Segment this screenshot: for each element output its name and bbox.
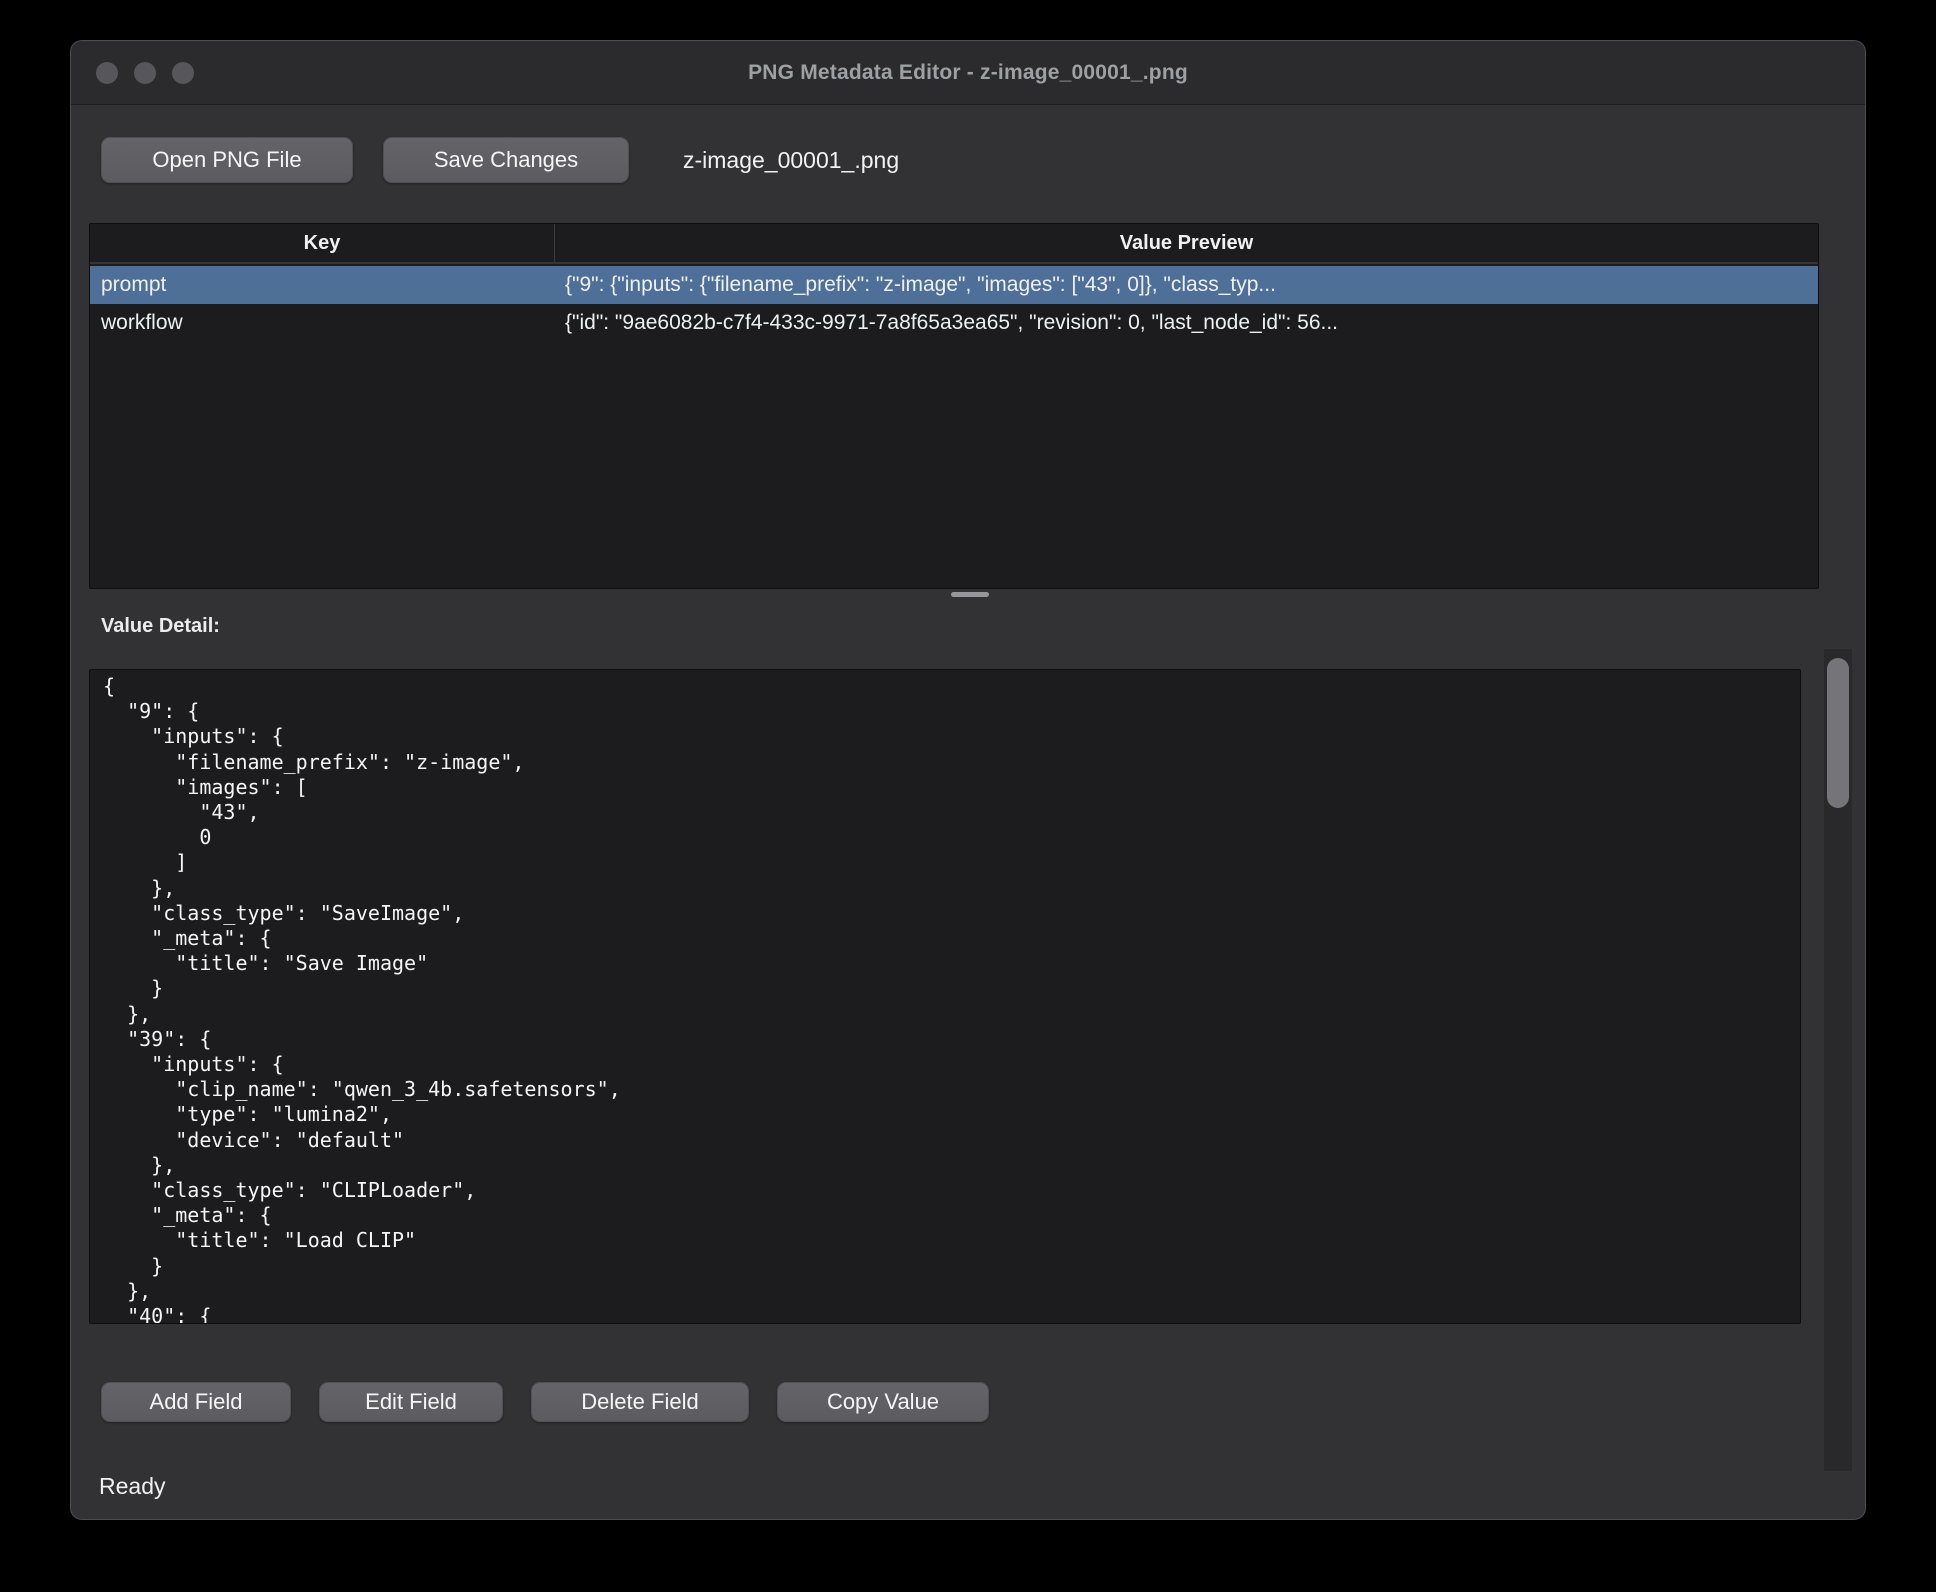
copy-value-button[interactable]: Copy Value [777, 1382, 989, 1422]
action-button-row: Add Field Edit Field Delete Field Copy V… [101, 1382, 989, 1422]
metadata-table-header: Key Value Preview [90, 224, 1818, 264]
current-filename-label: z-image_00001_.png [683, 137, 899, 183]
status-bar-text: Ready [99, 1473, 165, 1500]
table-row-workflow[interactable]: workflow {"id": "9ae6082b-c7f4-433c-9971… [90, 304, 1818, 342]
row-key: prompt [90, 273, 555, 297]
open-png-file-button[interactable]: Open PNG File [101, 137, 353, 183]
save-changes-button[interactable]: Save Changes [383, 137, 629, 183]
row-value-preview: {"id": "9ae6082b-c7f4-433c-9971-7a8f65a3… [555, 311, 1818, 335]
pane-splitter-handle[interactable] [951, 592, 989, 597]
window-title: PNG Metadata Editor - z-image_00001_.png [71, 41, 1865, 105]
key-column-header[interactable]: Key [90, 224, 555, 262]
value-detail-editor[interactable]: { "9": { "inputs": { "filename_prefix": … [89, 669, 1801, 1324]
add-field-button[interactable]: Add Field [101, 1382, 291, 1422]
app-window: PNG Metadata Editor - z-image_00001_.png… [70, 40, 1866, 1520]
row-key: workflow [90, 311, 555, 335]
value-preview-column-header[interactable]: Value Preview [555, 224, 1818, 262]
metadata-table[interactable]: Key Value Preview prompt {"9": {"inputs"… [89, 223, 1819, 589]
table-row-prompt[interactable]: prompt {"9": {"inputs": {"filename_prefi… [90, 266, 1818, 304]
value-detail-json[interactable]: { "9": { "inputs": { "filename_prefix": … [90, 670, 1800, 1324]
value-detail-label: Value Detail: [101, 615, 220, 638]
row-value-preview: {"9": {"inputs": {"filename_prefix": "z-… [555, 273, 1818, 297]
title-bar[interactable]: PNG Metadata Editor - z-image_00001_.png [71, 41, 1865, 105]
vertical-scrollbar-thumb[interactable] [1827, 658, 1849, 808]
delete-field-button[interactable]: Delete Field [531, 1382, 749, 1422]
edit-field-button[interactable]: Edit Field [319, 1382, 503, 1422]
vertical-scrollbar-track[interactable] [1824, 649, 1852, 1471]
